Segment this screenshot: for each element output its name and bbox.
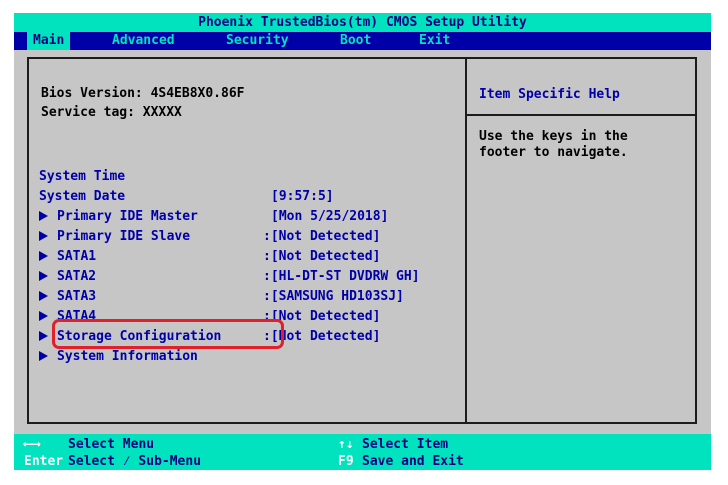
bios-screen: Phoenix TrustedBios(tm) CMOS Setup Utili… <box>14 13 711 470</box>
menu-main[interactable]: Main <box>27 32 71 50</box>
bios-version: Bios Version: 4S4EB8X0.86F <box>41 86 245 101</box>
item-primary-ide-master[interactable]: Primary IDE Master :[Not Detected] <box>39 187 380 244</box>
item-value: :[SAMSUNG HD103SJ] <box>263 289 404 304</box>
help-text: Use the keys in the footer to navigate. <box>479 129 628 160</box>
f9-key-label: F9 <box>338 454 354 469</box>
content-area: Bios Version: 4S4EB8X0.86F Service tag: … <box>14 50 711 434</box>
item-label: System Information <box>57 349 198 364</box>
item-value: :[Not Detected] <box>263 249 381 264</box>
item-system-time[interactable]: System Time [9:57:5] <box>39 147 334 204</box>
menu-boot[interactable]: Boot <box>340 32 371 50</box>
service-tag: Service tag: XXXXX <box>41 105 182 120</box>
help-title: Item Specific Help <box>479 87 620 102</box>
item-value[interactable]: [Mon 5/25/2018] <box>271 207 388 227</box>
menu-exit[interactable]: Exit <box>419 32 450 50</box>
help-panel: Item Specific Help Use the keys in the f… <box>465 57 697 424</box>
help-divider <box>467 114 695 116</box>
item-sata1[interactable]: SATA1 :[HL-DT-ST DVDRW GH] <box>39 227 420 284</box>
footer-select-menu: Select Menu <box>68 437 155 452</box>
up-down-arrows-icon: ↑↓ <box>338 437 354 452</box>
menu-bar: Main Advanced Security Boot Exit <box>14 32 711 50</box>
item-value: :[Not Detected] <box>263 229 381 244</box>
item-system-date[interactable]: System Date [Mon 5/25/2018] <box>39 167 388 224</box>
left-right-arrows-icon: ⟵⟶ <box>24 437 40 452</box>
item-primary-ide-slave[interactable]: Primary IDE Slave :[Not Detected] <box>39 207 380 264</box>
menu-advanced[interactable]: Advanced <box>112 32 175 50</box>
app-title: Phoenix TrustedBios(tm) CMOS Setup Utili… <box>198 15 527 30</box>
enter-key-label: Enter <box>24 454 64 469</box>
item-sata4[interactable]: SATA4 :[Not Detected] <box>39 287 380 344</box>
menu-security[interactable]: Security <box>226 32 289 50</box>
highlight-annotation <box>52 319 284 349</box>
item-sata3[interactable]: SATA3 :[Not Detected] <box>39 267 380 324</box>
footer-select-submenu: Select ⁄ Sub-Menu <box>68 454 202 469</box>
item-value: :[HL-DT-ST DVDRW GH] <box>263 269 420 284</box>
main-panel: Bios Version: 4S4EB8X0.86F Service tag: … <box>27 57 467 424</box>
submenu-arrow-icon <box>39 351 48 361</box>
footer-keybar: ⟵⟶ Select Menu ↑↓ Select Item Enter Sele… <box>14 434 711 470</box>
item-value[interactable]: [9:57:5] <box>271 187 334 207</box>
title-bar: Phoenix TrustedBios(tm) CMOS Setup Utili… <box>14 13 711 32</box>
footer-select-item: Select Item <box>362 437 449 452</box>
item-sata2[interactable]: SATA2 :[SAMSUNG HD103SJ] <box>39 247 404 304</box>
footer-save-exit: Save and Exit <box>362 454 464 469</box>
